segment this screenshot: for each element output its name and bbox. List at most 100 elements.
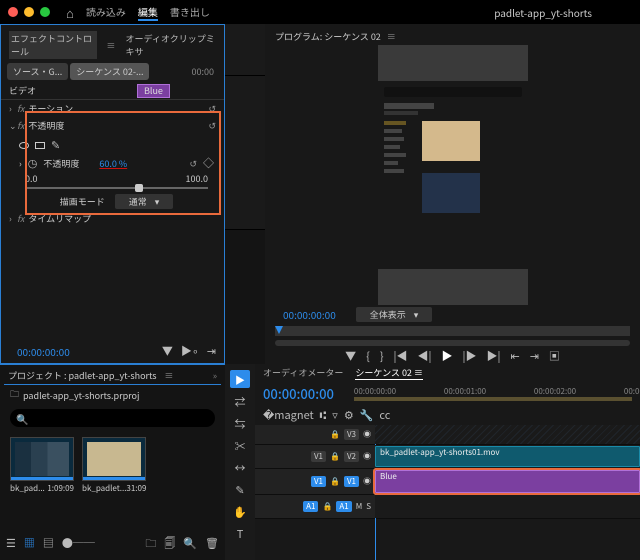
eye-icon[interactable]: ◉ (363, 451, 371, 462)
transport-controls: ▼ { } |◀ ◀| ▶ |▶ ▶| ⇤ ⇥ ▣ (271, 346, 634, 366)
tab-effect-controls[interactable]: エフェクトコントロール (9, 31, 97, 59)
max-window-dot[interactable] (40, 7, 50, 17)
slider-min: 0.0 (25, 172, 38, 185)
search-icon[interactable]: 🔍 (183, 535, 197, 554)
opacity-slider[interactable] (25, 187, 208, 189)
add-marker-icon[interactable]: ▼ (345, 348, 356, 364)
eye-icon[interactable]: ◉ (363, 476, 371, 487)
step-icon[interactable]: ▶∘ (181, 343, 199, 359)
timeline-timecode[interactable]: 00:00:00:00 (263, 384, 334, 403)
project-footer: ☰ ▦ ▤ ●── 🗀 🗐 🔍 🗑 (0, 533, 225, 556)
export-frame-icon[interactable]: ▣ (549, 348, 560, 364)
lock-icon[interactable]: 🔒 (330, 429, 340, 440)
export-icon[interactable]: ⇥ (207, 343, 216, 359)
type-tool-icon[interactable]: T (237, 526, 244, 542)
snap-icon[interactable]: �magnet (263, 407, 314, 423)
extract-icon[interactable]: ⇥ (530, 348, 539, 364)
effect-motion[interactable]: ›fx モーション ↺ (1, 100, 224, 117)
freeform-icon[interactable]: ▤ (43, 535, 54, 554)
trash-icon[interactable]: 🗑 (205, 535, 219, 554)
clip-video2[interactable]: bk_padlet-app_yt-shorts01.mov (375, 446, 640, 467)
opacity-value[interactable]: 60.0 % (99, 157, 127, 170)
goto-out-icon[interactable]: ▶| (486, 348, 500, 364)
reset-icon[interactable]: ↺ (189, 157, 197, 170)
new-item-icon[interactable]: 🗐 (164, 535, 175, 554)
link-icon[interactable]: ⑆ (320, 407, 327, 423)
slip-tool-icon[interactable]: ↔ (235, 460, 246, 476)
source-clip-chip[interactable]: Blue (137, 84, 170, 98)
project-filename: padlet-app_yt-shorts.prproj (23, 389, 139, 402)
timeline-panel: オーディオメーター シーケンス 02 ≡ 00:00:00:00 00:00:0… (255, 364, 640, 560)
effect-opacity[interactable]: ⌄fx 不透明度 ↺ (1, 117, 224, 134)
goto-in-icon[interactable]: |◀ (394, 348, 408, 364)
close-window-dot[interactable] (8, 7, 18, 17)
project-search[interactable]: 🔍 (10, 409, 215, 427)
program-header: プログラム: シーケンス 02 (275, 30, 381, 43)
bin-item[interactable]: bk_padlet...31:09 (82, 437, 146, 494)
sequence-tab[interactable]: シーケンス 02-... (70, 63, 149, 80)
funnel-icon[interactable]: ▼ (162, 343, 173, 359)
effects-panel-tabs: エフェクトコントロール ≡ オーディオクリップミキサ (1, 29, 224, 61)
wrench-icon[interactable]: 🔧 (360, 407, 374, 423)
eye-icon[interactable]: ◉ (363, 429, 371, 440)
new-bin-icon[interactable]: 🗀 (145, 535, 156, 554)
timeline-tracks: 🔒V3◉ V1🔒V2◉ bk_padlet-app_yt-shorts01.mo… (255, 425, 640, 560)
tab-sequence[interactable]: シーケンス 02 ≡ (355, 366, 423, 380)
timeline-ruler[interactable]: 00:00:00:00 00:00:01:00 00:00:02:00 00:0… (354, 386, 632, 402)
tab-audio-meter[interactable]: オーディオメーター (263, 366, 343, 380)
marker-icon[interactable]: ▿ (332, 407, 338, 423)
panel-menu-icon[interactable]: ≡ (387, 30, 396, 43)
project-panel-header[interactable]: プロジェクト : padlet-app_yt-shorts (8, 369, 157, 382)
tab-audio-mixer[interactable]: オーディオクリップミキサ (126, 32, 216, 58)
program-timecode[interactable]: 00:00:00:00 (275, 307, 344, 322)
min-window-dot[interactable] (24, 7, 34, 17)
mark-out-icon[interactable]: } (380, 348, 384, 364)
step-back-icon[interactable]: ◀| (418, 348, 432, 364)
mask-ellipse-icon[interactable] (19, 142, 29, 149)
pen-tool-icon[interactable]: ✎ (235, 482, 244, 498)
reset-icon[interactable]: ↺ (208, 102, 216, 115)
zoom-fit-dropdown[interactable]: 全体表示▾ (356, 307, 433, 322)
blend-mode-dropdown[interactable]: 通常▾ (115, 194, 174, 209)
program-ruler[interactable] (275, 326, 630, 336)
playhead-icon[interactable] (275, 326, 283, 334)
slider-thumb[interactable] (135, 184, 143, 192)
effect-timeremap[interactable]: ›fx タイムリマップ (1, 210, 224, 227)
panel-menu-icon[interactable]: ≡ (165, 369, 174, 382)
bin-item[interactable]: bk_pad...1:09:09 (10, 437, 74, 494)
icon-view-icon[interactable]: ▦ (24, 535, 35, 554)
ripple-tool-icon[interactable]: ⇆ (235, 416, 246, 432)
clip-video1-blue[interactable]: Blue (375, 470, 640, 493)
selection-tool-icon[interactable]: ▶ (230, 370, 250, 388)
program-preview[interactable] (378, 45, 528, 305)
blend-mode-label: 描画モード (60, 195, 105, 208)
step-fwd-icon[interactable]: |▶ (463, 348, 477, 364)
ws-export[interactable]: 書き出し (170, 4, 210, 21)
cc-icon[interactable]: cc (379, 407, 390, 423)
lift-icon[interactable]: ⇤ (510, 348, 519, 364)
lock-icon[interactable]: 🔒 (330, 476, 340, 487)
play-icon[interactable]: ▶ (442, 348, 453, 364)
mask-rect-icon[interactable] (35, 142, 45, 149)
keyframe-icon[interactable]: ◇ (203, 155, 214, 171)
reset-icon[interactable]: ↺ (208, 119, 216, 132)
track-select-tool-icon[interactable]: ⇄ (235, 394, 246, 410)
lock-icon[interactable]: 🔒 (322, 501, 332, 512)
lock-icon[interactable]: 🔒 (330, 451, 340, 462)
timeline-tools: ▶ ⇄ ⇆ ✂ ↔ ✎ ✋ T (225, 364, 255, 560)
list-view-icon[interactable]: ☰ (6, 535, 16, 554)
zoom-slider-icon[interactable]: ●── (62, 535, 95, 554)
pen-icon[interactable]: ✎ (51, 137, 60, 153)
ws-import[interactable]: 読み込み (86, 4, 126, 21)
source-tab[interactable]: ソース・G... (7, 63, 68, 80)
hand-tool-icon[interactable]: ✋ (233, 504, 247, 520)
home-icon[interactable]: ⌂ (66, 3, 74, 22)
panel-menu-icon[interactable]: ≡ (107, 39, 116, 52)
keyframe-graph-column (225, 24, 265, 364)
settings-icon[interactable]: ⚙ (344, 407, 354, 423)
stopwatch-icon[interactable]: ◷ (28, 155, 38, 171)
effects-timecode[interactable]: 00:00:00:00 (9, 344, 78, 359)
ws-edit[interactable]: 編集 (138, 4, 158, 21)
razor-tool-icon[interactable]: ✂ (235, 438, 246, 454)
mark-in-icon[interactable]: { (366, 348, 370, 364)
